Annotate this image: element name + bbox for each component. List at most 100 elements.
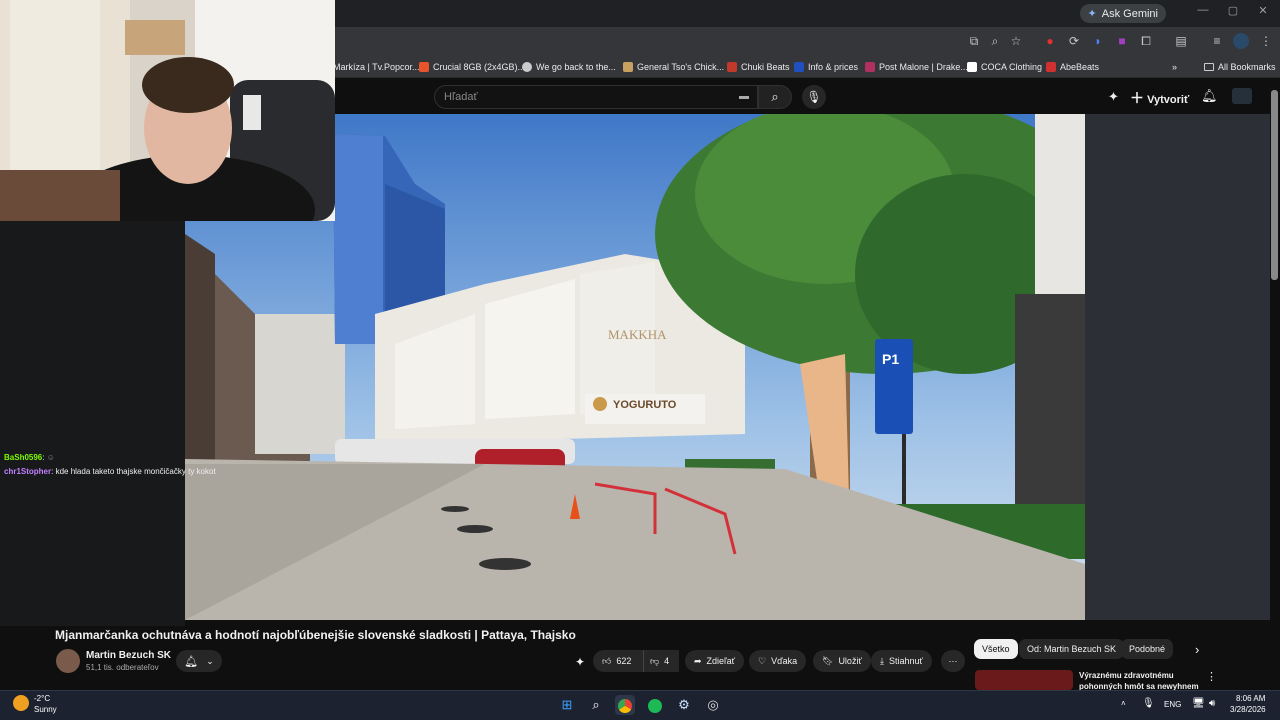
search-icon: ⌕: [771, 89, 779, 104]
voice-search-button[interactable]: 🎙: [802, 85, 826, 109]
chat-username: chr1Stopher: [4, 467, 52, 476]
extension-purple-icon[interactable]: ■: [1114, 33, 1130, 49]
microphone-icon: 🎙: [806, 90, 822, 104]
save-button[interactable]: 🔖︎ Uložiť: [813, 650, 871, 672]
video-title: Mjanmarčanka ochutnáva a hodnotí najobľú…: [55, 628, 576, 642]
chip-all[interactable]: Všetko: [974, 639, 1018, 659]
chip-related[interactable]: Podobné: [1121, 639, 1174, 659]
clock-date[interactable]: 3/28/2026: [1230, 705, 1266, 714]
folder-icon: [1204, 63, 1214, 71]
bookmark-star-icon[interactable]: ☆: [1008, 33, 1024, 49]
notifications-bell-icon[interactable]: 🔔︎: [1201, 88, 1218, 104]
keyboard-icon[interactable]: ▬: [739, 86, 749, 108]
volume-icon[interactable]: 🔊︎: [1209, 698, 1215, 709]
extensions-puzzle-icon[interactable]: ⧠: [1138, 33, 1154, 49]
search-input[interactable]: Hľadať ▬: [434, 85, 758, 109]
bookmark-favicon-icon: [794, 62, 804, 72]
cast-icon[interactable]: ⧉: [966, 33, 982, 49]
start-menu-icon[interactable]: ⊞: [557, 695, 577, 715]
thanks-label: Vďaka: [771, 656, 798, 666]
search-placeholder: Hľadať: [444, 91, 478, 103]
bookmark-item[interactable]: AbeBeats: [1046, 59, 1099, 75]
obs-app-icon[interactable]: ◎: [703, 695, 723, 715]
tray-chevron-up-icon[interactable]: ˄: [1121, 699, 1126, 708]
chip-from-channel[interactable]: Od: Martin Bezuch SK: [1019, 639, 1125, 659]
dislike-button[interactable]: 👎︎ 4: [643, 650, 679, 672]
tray-mic-icon[interactable]: 🎙: [1142, 698, 1155, 709]
minimize-window-button[interactable]: —: [1188, 4, 1218, 22]
save-label: Uložiť: [838, 656, 862, 666]
bookmark-icon: 🔖︎: [822, 655, 834, 666]
windows-taskbar: [0, 690, 1280, 720]
download-icon: ⤓: [880, 655, 884, 666]
share-button[interactable]: ➦ Zdieľať: [685, 650, 745, 672]
steam-app-icon[interactable]: ⚙: [674, 695, 694, 715]
bookmark-favicon-icon: [623, 62, 633, 72]
chat-text: kde hlada taketo thajske mončičačky ty k…: [55, 467, 216, 476]
extension-red-icon[interactable]: ●: [1042, 33, 1058, 49]
bookmarks-overflow-icon[interactable]: »: [1172, 59, 1177, 75]
side-panel-icon[interactable]: ▤: [1173, 33, 1189, 49]
recommended-menu-icon[interactable]: ⋮: [1206, 670, 1217, 683]
weather-sun-icon[interactable]: [13, 695, 29, 711]
chips-next-icon[interactable]: ›: [1195, 642, 1199, 657]
bookmark-item[interactable]: Info & prices: [794, 59, 858, 75]
gem-icon[interactable]: ✦: [1108, 89, 1119, 105]
browser-menu-icon[interactable]: ⋮: [1258, 33, 1274, 49]
ask-gemini-button[interactable]: ✦ Ask Gemini: [1079, 4, 1166, 23]
bookmark-favicon-icon: [967, 62, 977, 72]
user-avatar[interactable]: [1232, 88, 1252, 104]
bookmark-label: Crucial 8GB (2x4GB)...: [433, 62, 526, 72]
bookmark-item[interactable]: Crucial 8GB (2x4GB)...: [419, 59, 525, 75]
clock-time[interactable]: 8:06 AM: [1236, 694, 1265, 703]
channel-name[interactable]: Martin Bezuch SK: [86, 650, 171, 661]
weather-desc[interactable]: Sunny: [34, 705, 57, 714]
recommended-thumbnail[interactable]: [975, 670, 1073, 690]
recommended-title[interactable]: Výraznému zdravotnému pohonných hmôt sa …: [1079, 670, 1199, 690]
thumbs-down-icon: 👎︎: [650, 655, 660, 666]
extension-blue-icon[interactable]: ◗: [1090, 33, 1106, 49]
weather-temp[interactable]: -2°C: [34, 694, 50, 703]
gemini-icon: ✦: [1087, 8, 1097, 20]
all-bookmarks-button[interactable]: All Bookmarks: [1204, 59, 1276, 75]
extension-gray-icon[interactable]: ⟳: [1066, 33, 1082, 49]
more-actions-button[interactable]: ⋯: [941, 650, 965, 672]
right-sidebar-area: [1085, 114, 1270, 620]
subscribed-button[interactable]: 🔔︎ ⌄: [176, 650, 222, 672]
more-icon: ⋯: [948, 655, 958, 666]
create-button[interactable]: ＋ Vytvoriť: [1130, 88, 1189, 108]
chat-emote-icon: ☺: [46, 453, 55, 462]
chevron-down-icon: ⌄: [206, 655, 214, 666]
search-button[interactable]: ⌕: [758, 85, 792, 109]
bookmark-label: Info & prices: [808, 62, 859, 72]
close-window-button[interactable]: ✕: [1248, 4, 1278, 22]
zoom-icon[interactable]: ⌕: [987, 33, 1003, 49]
bookmark-label: We go back to the...: [536, 62, 616, 72]
bookmark-item[interactable]: General Tso's Chick...: [623, 59, 724, 75]
download-label: Stiahnuť: [888, 656, 923, 666]
chrome-app-icon[interactable]: [615, 695, 635, 715]
bookmark-item[interactable]: Markíza | Tv.Popcor...: [333, 59, 420, 75]
bookmark-item[interactable]: COCA Clothing: [967, 59, 1042, 75]
spotify-app-icon[interactable]: [645, 695, 665, 715]
bookmark-label: Chuki Beats: [741, 62, 790, 72]
maximize-window-button[interactable]: ▢: [1218, 4, 1248, 22]
bell-icon: 🔔︎: [184, 655, 199, 668]
profile-avatar-icon[interactable]: [1233, 33, 1249, 49]
channel-avatar[interactable]: [56, 649, 80, 673]
share-label: Zdieľať: [706, 656, 736, 666]
subscriber-count: 51,1 tis. odberateľov: [86, 663, 159, 672]
network-icon[interactable]: 🖥︎: [1192, 698, 1205, 709]
download-button[interactable]: ⤓ Stiahnuť: [871, 650, 932, 672]
bookmark-item[interactable]: Post Malone | Drake...: [865, 59, 968, 75]
reading-list-icon[interactable]: ≡: [1209, 33, 1225, 49]
thanks-button[interactable]: ♡ Vďaka: [749, 650, 807, 672]
language-indicator[interactable]: ENG: [1164, 700, 1181, 709]
bookmark-item[interactable]: Chuki Beats: [727, 59, 790, 75]
taskbar-search-icon[interactable]: ⌕: [586, 695, 606, 715]
gem-icon[interactable]: ✦: [575, 655, 585, 669]
bookmark-item[interactable]: We go back to the...: [522, 59, 616, 75]
scene-mall-sign: MAKKHA: [608, 327, 667, 342]
page-scrollbar[interactable]: [1271, 90, 1278, 280]
bookmark-favicon-icon: [727, 62, 737, 72]
